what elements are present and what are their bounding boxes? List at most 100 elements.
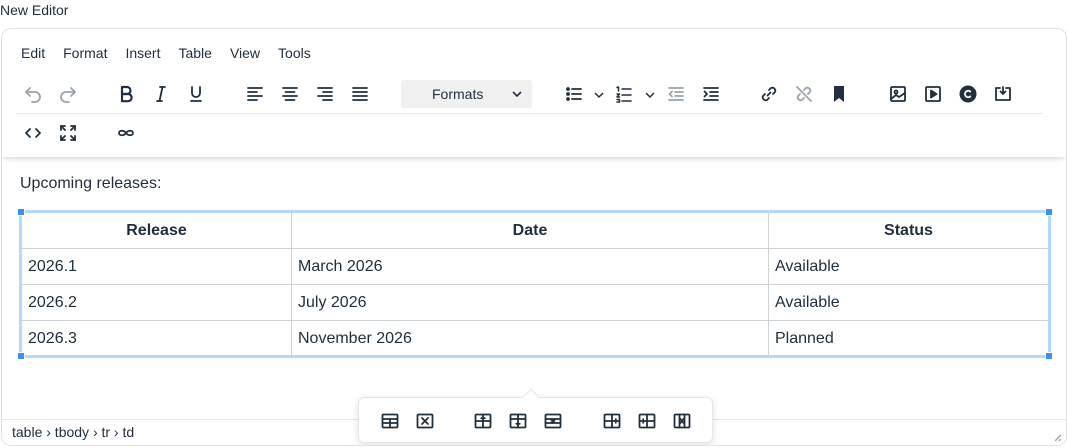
bookmark-icon	[834, 86, 844, 102]
embed-icon	[995, 86, 1011, 101]
bold-button[interactable]	[111, 79, 141, 109]
element-path[interactable]: table › tbody › tr › td	[12, 424, 134, 440]
table-cell[interactable]: 2026.2	[21, 284, 292, 321]
numbered-list-menu-icon[interactable]	[644, 88, 656, 100]
menu-tools[interactable]: Tools	[269, 41, 320, 65]
header-release[interactable]: Release	[21, 212, 292, 249]
toolbar-row-1: Formats	[2, 76, 1066, 112]
resize-grip-icon[interactable]	[1050, 429, 1062, 442]
image-icon	[890, 86, 906, 102]
resize-handle-bottom-right[interactable]	[1045, 352, 1053, 360]
table-cell[interactable]: November 2026	[291, 320, 769, 357]
delete-column-icon	[673, 413, 691, 429]
menu-edit[interactable]: Edit	[12, 41, 54, 65]
formats-dropdown[interactable]: Formats	[401, 80, 532, 108]
media-button[interactable]	[918, 79, 948, 109]
delete-column-button[interactable]	[667, 406, 697, 436]
table-properties-button[interactable]	[375, 406, 405, 436]
fullscreen-icon	[60, 125, 76, 141]
table-row: 2026.3 November 2026 Planned	[21, 320, 1049, 357]
table-cell[interactable]: Planned	[768, 320, 1049, 357]
delete-table-icon	[416, 413, 434, 429]
header-date[interactable]: Date	[291, 212, 769, 249]
align-left-button[interactable]	[240, 79, 270, 109]
numbered-list-button[interactable]	[609, 79, 639, 109]
insert-column-before-button[interactable]	[597, 406, 627, 436]
indent-button[interactable]	[696, 79, 726, 109]
insert-row-before-button[interactable]	[468, 406, 498, 436]
editor: Edit Format Insert Table View Tools Form…	[1, 28, 1067, 446]
source-code-icon	[25, 128, 41, 138]
table-cell[interactable]: Available	[768, 284, 1049, 321]
numbered-list-icon	[616, 86, 632, 103]
page-title: New Editor	[0, 2, 69, 18]
resize-handle-top-left[interactable]	[17, 208, 25, 216]
menu-table[interactable]: Table	[169, 41, 220, 65]
underline-button[interactable]	[181, 79, 211, 109]
italic-icon	[156, 86, 166, 102]
justify-button[interactable]	[345, 79, 375, 109]
image-button[interactable]	[883, 79, 913, 109]
link-button[interactable]	[754, 79, 784, 109]
copyright-button[interactable]	[953, 79, 983, 109]
table-context-toolbar	[358, 397, 713, 443]
media-icon	[925, 86, 941, 102]
menubar: Edit Format Insert Table View Tools	[12, 41, 320, 65]
bullet-list-menu-icon[interactable]	[593, 88, 605, 100]
redo-icon	[60, 87, 76, 103]
unlink-icon	[796, 86, 812, 102]
insert-row-after-button[interactable]	[503, 406, 533, 436]
redo-button[interactable]	[53, 79, 83, 109]
outdent-button[interactable]	[661, 79, 691, 109]
bookmark-button[interactable]	[824, 79, 854, 109]
table-header-row: Release Date Status	[21, 212, 1049, 249]
resize-handle-top-right[interactable]	[1045, 208, 1053, 216]
align-right-button[interactable]	[310, 79, 340, 109]
copyright-icon	[959, 85, 977, 103]
bullet-list-icon	[566, 87, 582, 101]
bold-icon	[120, 85, 133, 103]
table-cell[interactable]: March 2026	[291, 248, 769, 285]
header-status[interactable]: Status	[768, 212, 1049, 249]
link-icon	[761, 86, 777, 102]
insert-row-before-icon	[474, 413, 492, 429]
align-left-icon	[247, 87, 263, 101]
undo-icon	[25, 87, 41, 103]
toolbar-divider	[16, 113, 1042, 114]
infinity-icon	[118, 129, 134, 137]
table-row: 2026.1 March 2026 Available	[21, 248, 1049, 285]
delete-table-button[interactable]	[410, 406, 440, 436]
embed-button[interactable]	[988, 79, 1018, 109]
delete-row-button[interactable]	[538, 406, 568, 436]
align-right-icon	[317, 87, 333, 101]
release-table[interactable]: Release Date Status 2026.1 March 2026 Av…	[21, 212, 1049, 357]
italic-button[interactable]	[146, 79, 176, 109]
menu-format[interactable]: Format	[54, 41, 116, 65]
table-cell[interactable]: July 2026	[291, 284, 769, 321]
fullscreen-button[interactable]	[53, 118, 83, 148]
table-properties-icon	[381, 413, 399, 429]
infinity-button[interactable]	[111, 118, 141, 148]
source-code-button[interactable]	[18, 118, 48, 148]
unlink-button[interactable]	[789, 79, 819, 109]
bullet-list-button[interactable]	[559, 79, 589, 109]
table-cell[interactable]: 2026.3	[21, 320, 292, 357]
justify-icon	[352, 87, 368, 101]
menu-view[interactable]: View	[221, 41, 269, 65]
formats-label: Formats	[432, 86, 484, 102]
undo-button[interactable]	[18, 79, 48, 109]
align-center-button[interactable]	[275, 79, 305, 109]
insert-column-after-button[interactable]	[632, 406, 662, 436]
indent-icon	[703, 87, 719, 101]
intro-paragraph[interactable]: Upcoming releases:	[20, 175, 161, 193]
table-row: 2026.2 July 2026 Available	[21, 284, 1049, 321]
editor-header: Edit Format Insert Table View Tools Form…	[2, 29, 1066, 157]
table-wrapper[interactable]: Release Date Status 2026.1 March 2026 Av…	[17, 208, 1053, 384]
insert-column-after-icon	[638, 413, 656, 429]
insert-column-before-icon	[603, 413, 621, 429]
table-cell[interactable]: 2026.1	[21, 248, 292, 285]
menu-insert[interactable]: Insert	[116, 41, 169, 65]
toolbar-row-2	[2, 115, 1066, 151]
table-cell[interactable]: Available	[768, 248, 1049, 285]
resize-handle-bottom-left[interactable]	[17, 352, 25, 360]
